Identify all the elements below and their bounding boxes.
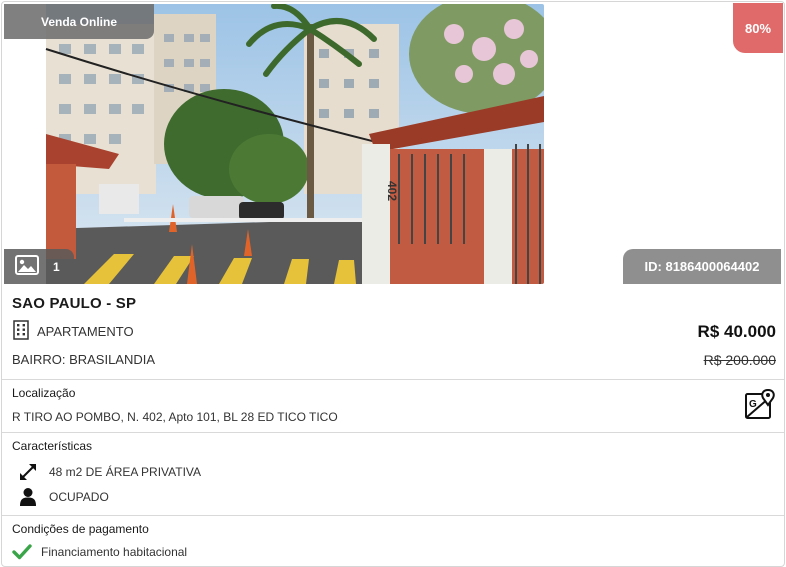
property-photo[interactable]: 402 [4, 4, 544, 284]
person-icon [18, 487, 38, 507]
property-id-badge: ID: 8186400064402 [623, 249, 781, 284]
photo-count: 1 [53, 259, 60, 274]
feature-area: 48 m2 DE ÁREA PRIVATIVA [18, 462, 201, 482]
payment-option: Financiamento habitacional [12, 542, 187, 562]
property-old-price: R$ 200.000 [703, 352, 776, 368]
photo-count-badge[interactable]: 1 [4, 249, 74, 284]
property-neighborhood: BAIRRO: BRASILANDIA [12, 352, 156, 367]
sale-type-badge: Venda Online [4, 4, 154, 39]
check-icon [12, 542, 32, 562]
property-type-row: APARTAMENTO [12, 320, 134, 343]
location-title: Localização [12, 386, 76, 400]
property-city: SAO PAULO - SP [12, 295, 137, 312]
divider [2, 515, 784, 516]
divider [2, 432, 784, 433]
photo-number-plate: 402 [385, 181, 399, 201]
property-card[interactable]: 402 Venda Online 1 80% ID: 8186400064402… [1, 1, 785, 567]
discount-badge: 80% [733, 3, 783, 53]
features-title: Características [12, 439, 93, 453]
property-address: R TIRO AO POMBO, N. 402, Apto 101, BL 28… [12, 410, 338, 424]
feature-area-text: 48 m2 DE ÁREA PRIVATIVA [49, 465, 202, 479]
image-gallery-icon [15, 255, 39, 278]
property-type: APARTAMENTO [37, 324, 134, 339]
divider [2, 379, 784, 380]
building-icon [12, 320, 30, 343]
feature-occupancy-text: OCUPADO [49, 490, 109, 504]
property-photo-image: 402 [4, 4, 544, 284]
expand-arrows-icon [18, 462, 38, 482]
feature-occupancy: OCUPADO [18, 487, 109, 507]
payment-option-text: Financiamento habitacional [41, 545, 188, 559]
map-location-icon[interactable]: G [744, 388, 776, 420]
payment-title: Condições de pagamento [12, 522, 149, 536]
property-price: R$ 40.000 [697, 322, 776, 341]
